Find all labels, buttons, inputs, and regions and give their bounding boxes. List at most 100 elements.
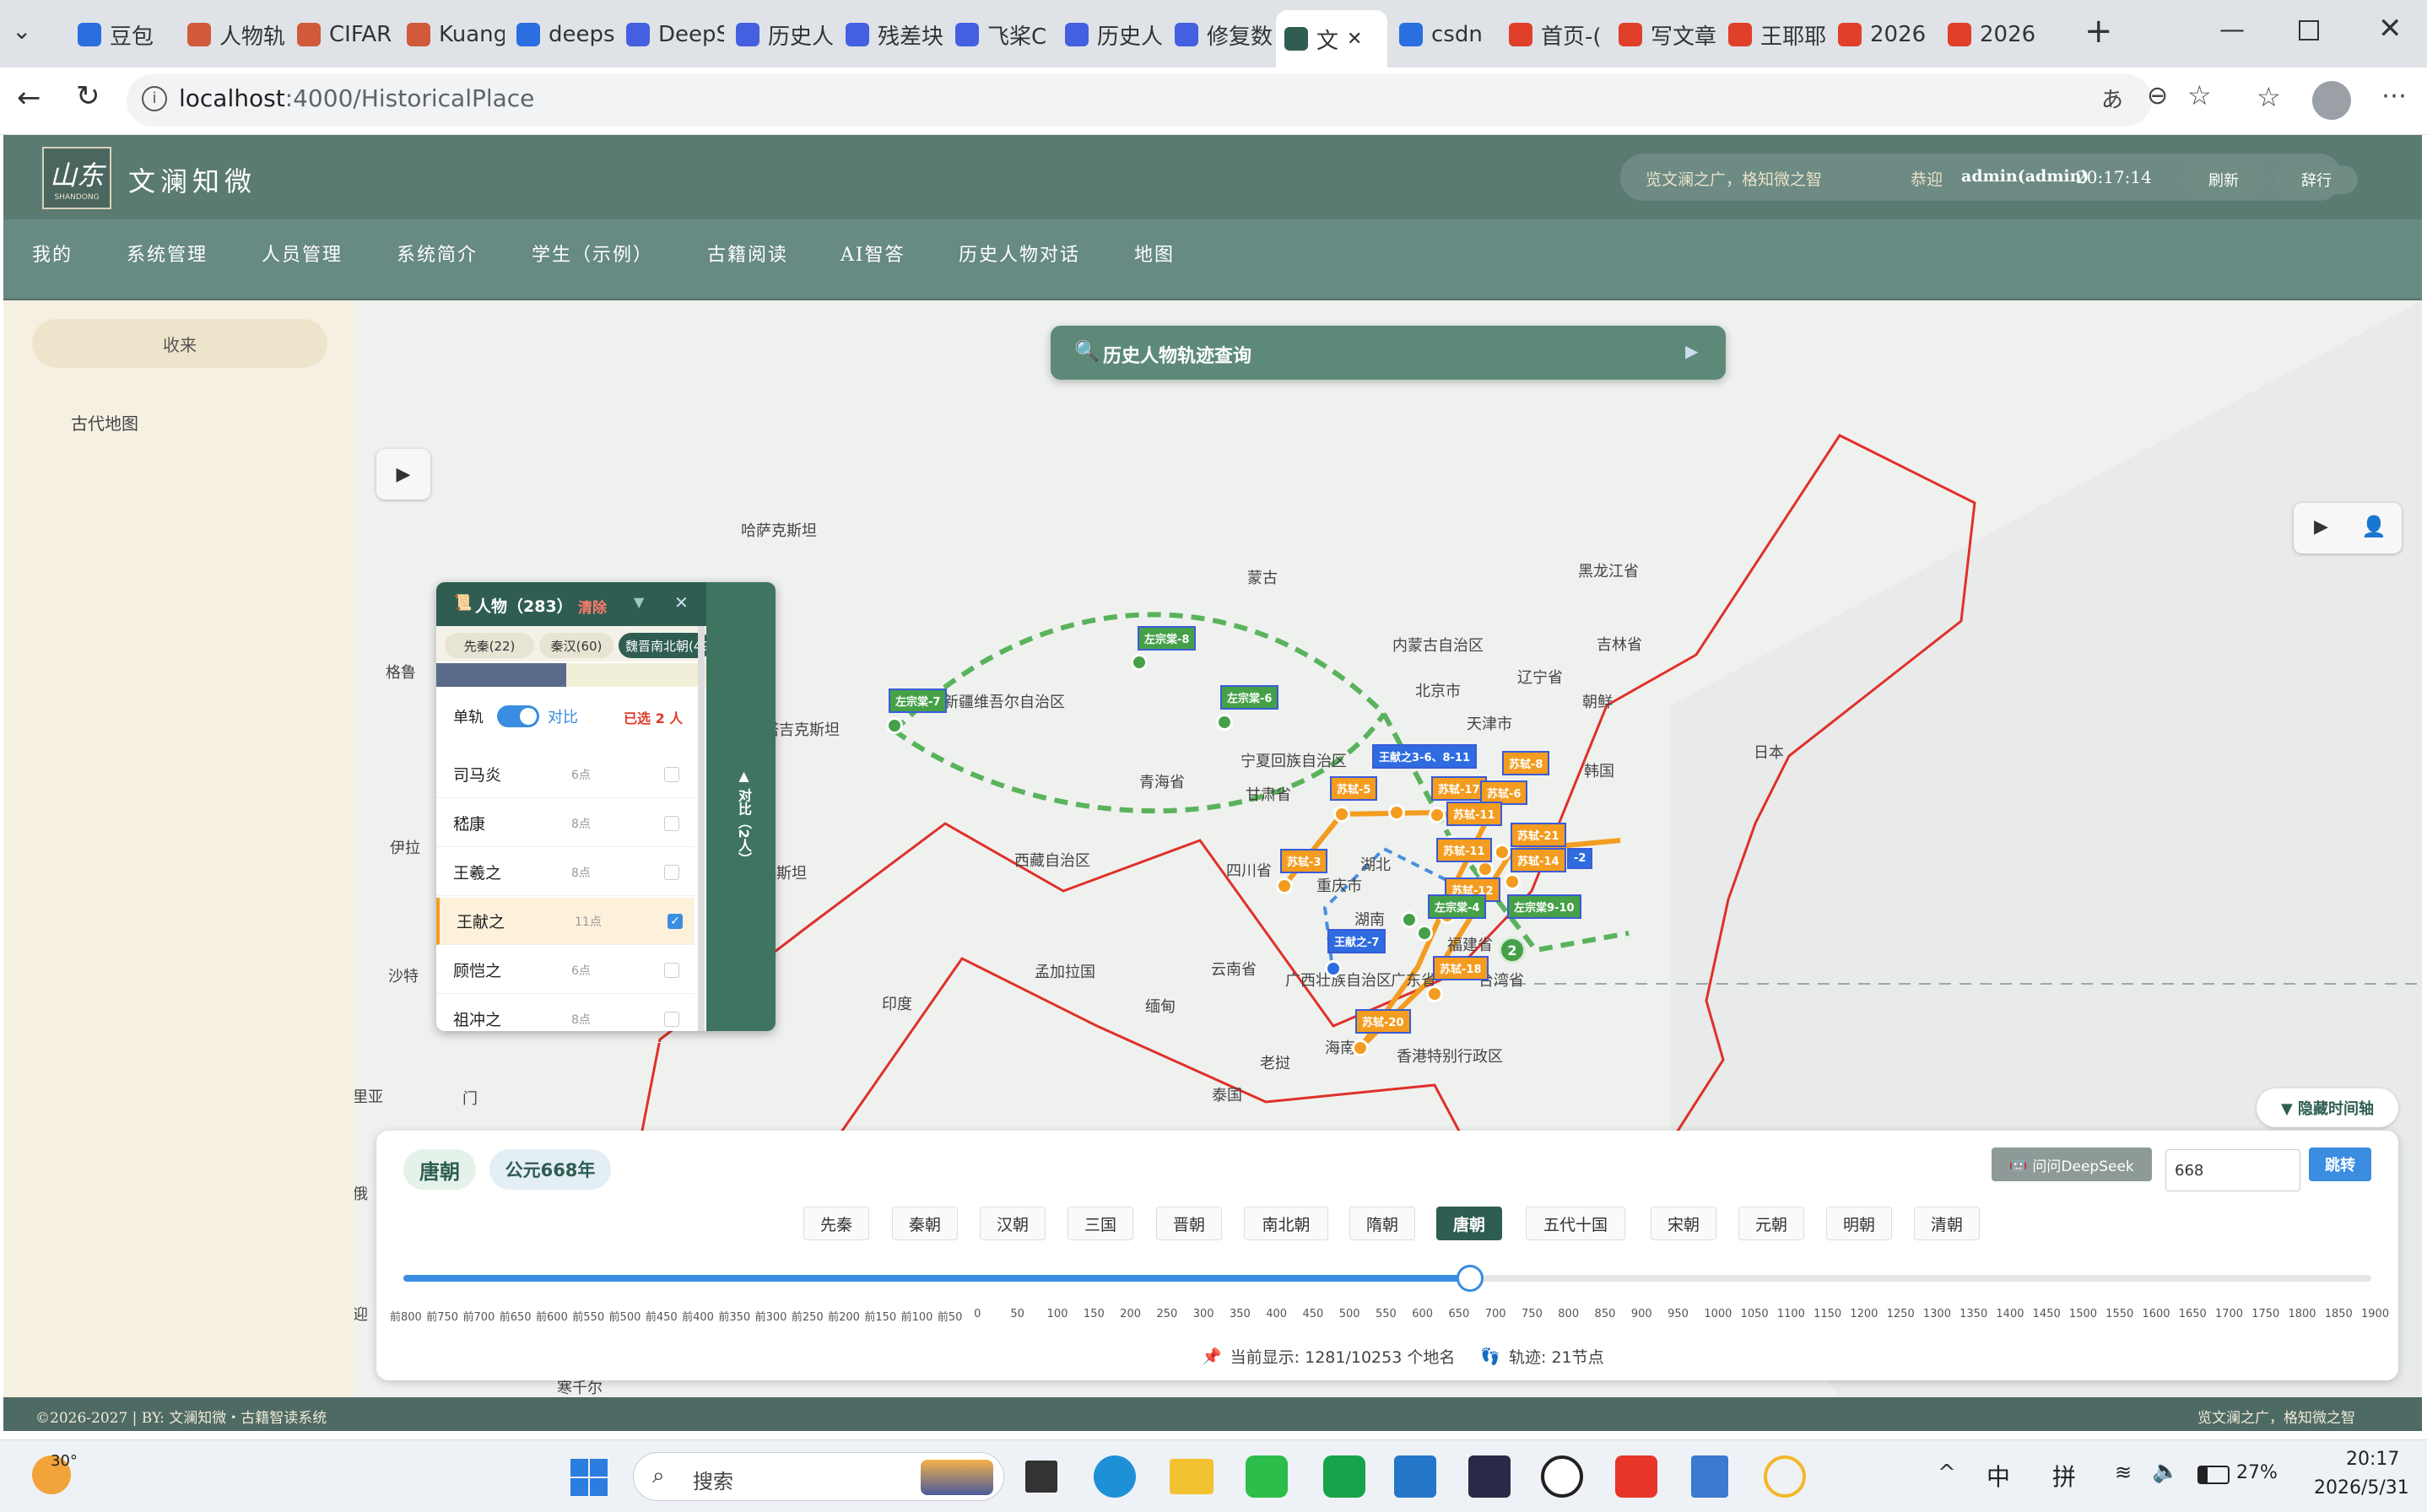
browser-tab[interactable]: DeepS [618, 10, 724, 59]
track-point[interactable] [1276, 878, 1293, 894]
track-point[interactable] [1352, 1040, 1369, 1056]
compare-side-button[interactable]: ▲ 对比（2人） [728, 768, 754, 866]
refresh-button[interactable]: 刷新 [2182, 165, 2265, 194]
browser-tab[interactable]: 飞桨C [947, 10, 1053, 59]
more-menu-icon[interactable]: ⋯ [2381, 81, 2407, 111]
person-row[interactable]: 司马炎 6点 [436, 751, 695, 798]
track-point[interactable] [1494, 844, 1511, 861]
jump-button[interactable]: 跳转 [2309, 1148, 2371, 1181]
file-explorer-icon[interactable] [1170, 1459, 1214, 1494]
dynasty-button[interactable]: 汉朝 [980, 1207, 1046, 1240]
play-icon[interactable]: ▶ [2314, 516, 2328, 537]
track-tag[interactable]: 左宗棠-8 [1138, 626, 1197, 651]
track-tag[interactable]: 苏轼-20 [1355, 1009, 1411, 1034]
taskbar-search[interactable]: ⌕ 搜索 [633, 1452, 1004, 1501]
zoom-out-icon[interactable]: ⊖ [2147, 81, 2168, 111]
reload-icon[interactable]: ↻ [76, 79, 100, 113]
browser-tab[interactable]: 写文章 [1610, 10, 1716, 59]
panda-app-icon[interactable] [1541, 1455, 1583, 1498]
person-row[interactable]: 王羲之 8点 [436, 849, 695, 896]
menu-item[interactable]: 地图 [1134, 240, 1175, 267]
browser-tab[interactable]: Kuang [398, 10, 505, 59]
track-tag[interactable]: 苏轼-8 [1502, 751, 1550, 775]
favorites-icon[interactable]: ☆ [2257, 81, 2281, 113]
vscode-icon[interactable] [1394, 1455, 1436, 1498]
browser-tab[interactable]: 人物轨 [179, 10, 285, 59]
task-view-icon[interactable] [1025, 1461, 1057, 1493]
deepseek-button[interactable]: 🤖 问问DeepSeek [1992, 1148, 2152, 1181]
hide-timeline-button[interactable]: ▼ 隐藏时间轴 [2257, 1088, 2398, 1127]
person-checkbox[interactable] [664, 766, 679, 782]
terminal-app-icon[interactable] [1323, 1455, 1365, 1498]
track-point[interactable] [1325, 960, 1342, 977]
track-tag[interactable]: 苏轼-3 [1280, 849, 1328, 873]
volume-icon[interactable]: 🔈 [2152, 1459, 2179, 1484]
play-button[interactable]: ▶ [376, 449, 430, 500]
person-row[interactable]: 祖冲之 8点 [436, 996, 695, 1043]
track-tag[interactable]: 苏轼-11 [1446, 802, 1502, 826]
menu-item[interactable]: 系统简介 [397, 240, 478, 267]
menu-item[interactable]: 人员管理 [262, 240, 343, 267]
person-checkbox[interactable] [664, 864, 679, 880]
menu-item[interactable]: AI智答 [841, 240, 905, 267]
track-tag[interactable]: 苏轼-18 [1433, 956, 1489, 980]
menu-item[interactable]: 系统管理 [127, 240, 208, 267]
ime-mode[interactable]: 拼 [2052, 1459, 2076, 1493]
menu-item[interactable]: 学生（示例） [532, 240, 653, 267]
wechat-icon[interactable] [1246, 1455, 1288, 1498]
track-point[interactable] [1477, 861, 1494, 878]
ime-lang[interactable]: 中 [1986, 1459, 2010, 1493]
dynasty-button[interactable]: 唐朝 [1436, 1207, 1502, 1240]
dynasty-button[interactable]: 清朝 [1914, 1207, 1980, 1240]
track-point[interactable] [1333, 806, 1350, 823]
expand-icon[interactable]: ▶ [1685, 341, 1698, 361]
collapse-icon[interactable]: ▼ [634, 594, 644, 610]
cluster-badge[interactable]: 2 [1499, 937, 1526, 964]
menu-item[interactable]: 历史人物对话 [959, 240, 1080, 267]
dynasty-button[interactable]: 南北朝 [1244, 1207, 1328, 1240]
track-tag[interactable]: 左宗棠-6 [1220, 685, 1279, 710]
track-tag[interactable]: 王献之-7 [1327, 929, 1386, 953]
clear-button[interactable]: 清除 [578, 596, 607, 617]
person-row[interactable]: 王献之 11点 ✓ [436, 898, 695, 945]
person-row[interactable]: 顾恺之 6点 [436, 947, 695, 994]
browser-tab[interactable]: csdn [1391, 10, 1497, 59]
track-tag[interactable]: 苏轼-11 [1436, 838, 1492, 862]
menu-item[interactable]: 古籍阅读 [707, 240, 788, 267]
person-checkbox[interactable]: ✓ [668, 913, 683, 929]
dynasty-button[interactable]: 元朝 [1738, 1207, 1804, 1240]
intellij-icon[interactable] [1468, 1455, 1511, 1498]
browser-tab[interactable]: 历史人 [1057, 10, 1163, 59]
browser-tab[interactable]: 历史人 [727, 10, 834, 59]
minimize-icon[interactable]: — [2219, 15, 2245, 45]
edge-icon[interactable] [1094, 1455, 1136, 1498]
track-tag[interactable]: 苏轼-14 [1511, 848, 1566, 872]
person-icon[interactable]: 👤 [2361, 515, 2386, 538]
person-checkbox[interactable] [664, 1011, 679, 1027]
track-point[interactable] [1429, 807, 1446, 824]
browser-tab[interactable]: 修复数 [1166, 10, 1273, 59]
close-window-icon[interactable]: ✕ [2378, 12, 2403, 46]
dynasty-button[interactable]: 五代十国 [1526, 1207, 1625, 1240]
track-tag[interactable]: 苏轼-17 [1431, 776, 1487, 801]
browser-tab[interactable]: 豆包 [69, 10, 176, 59]
dynasty-button[interactable]: 秦朝 [892, 1207, 958, 1240]
person-checkbox[interactable] [664, 815, 679, 831]
track-tag[interactable]: 左宗棠-7 [889, 688, 948, 713]
browser-tab[interactable]: 首页-( [1500, 10, 1607, 59]
track-point[interactable] [1416, 925, 1433, 942]
start-icon[interactable] [569, 1457, 609, 1498]
new-tab-icon[interactable]: + [2084, 12, 2113, 51]
track-point[interactable] [1426, 986, 1443, 1002]
menu-item[interactable]: 我的 [32, 240, 73, 267]
sidebar-item-ancient-map[interactable]: 古代地图 [71, 410, 138, 435]
track-tag[interactable]: 苏轼-5 [1330, 776, 1378, 801]
dynasty-button[interactable]: 三国 [1068, 1207, 1133, 1240]
favorites-tab[interactable]: 收来 [32, 319, 327, 368]
dynasty-button[interactable]: 晋朝 [1156, 1207, 1222, 1240]
track-point[interactable] [886, 717, 903, 734]
track-point[interactable] [1131, 654, 1148, 671]
wifi-icon[interactable]: ≋ [2115, 1461, 2132, 1484]
period-tab-qin-han[interactable]: 秦汉(60) [539, 633, 614, 658]
track-tag[interactable]: 王献之3-6、8-11 [1372, 744, 1478, 769]
